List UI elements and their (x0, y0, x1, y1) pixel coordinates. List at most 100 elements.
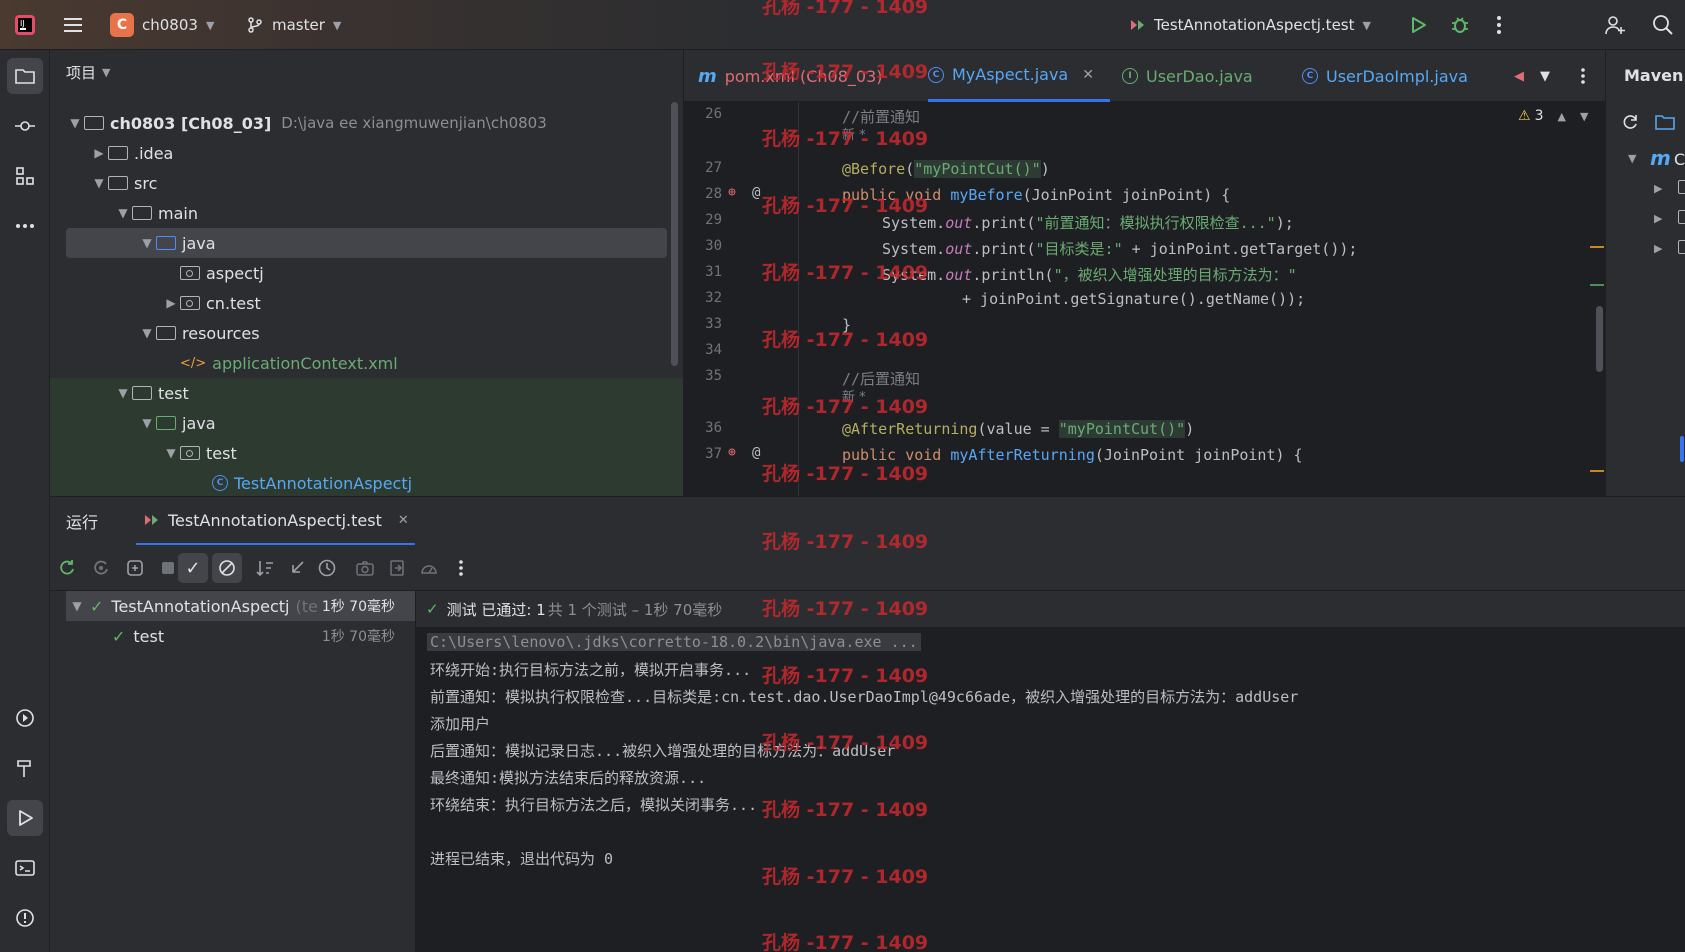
advice-gutter-icon[interactable]: ⊕ (728, 185, 736, 200)
more-tools-button[interactable] (7, 208, 43, 244)
code-line-32[interactable]: 32 + joinPoint.getSignature().getName())… (684, 286, 1605, 313)
tree-item-test[interactable]: ▼ test (50, 378, 683, 408)
search-button[interactable] (1652, 0, 1674, 50)
terminal-tool-button[interactable] (7, 850, 43, 886)
editor-more-button[interactable] (1580, 50, 1586, 102)
tree-item-test-package[interactable]: ▼ test (50, 438, 683, 468)
package-icon (180, 266, 200, 280)
test-case-row[interactable]: ✓ test 1秒 70毫秒 (66, 621, 415, 651)
play-icon (1412, 17, 1426, 33)
tree-item-label: ch0803 [Ch08_03] (110, 113, 272, 133)
tab-userdao-java[interactable]: I UserDao.java (1122, 50, 1253, 102)
maven-project-icon[interactable]: m (1650, 146, 1671, 170)
run-button[interactable] (1408, 0, 1428, 50)
test-status-bar: ✓ 测试 已通过: 1 共 1 个测试 – 1秒 70毫秒 (416, 591, 1685, 627)
project-name: ch0803 (142, 16, 198, 34)
tree-item-test-java[interactable]: ▼ java (50, 408, 683, 438)
tree-item-idea[interactable]: ▶ .idea (90, 138, 667, 168)
run-toolbar: ✓ (50, 545, 1685, 591)
run-more-button[interactable] (446, 553, 476, 583)
package-icon (180, 446, 200, 460)
export-button[interactable] (382, 553, 412, 583)
test-suite-row[interactable]: ▼ ✓ TestAnnotationAspectj (te 1秒 70毫秒 (66, 591, 415, 621)
commit-tool-button[interactable] (7, 108, 43, 144)
chevron-down-icon: ▼ (94, 176, 104, 190)
code-text: (JoinPoint joinPoint) { (1094, 446, 1303, 464)
tabs-dropdown-chevron-icon[interactable]: ▼ (1540, 50, 1550, 102)
project-scrollbar[interactable] (671, 102, 678, 366)
tree-item-resources[interactable]: ▼ resources (138, 318, 667, 348)
at-gutter-icon[interactable]: @ (752, 445, 760, 461)
project-panel-header[interactable]: 项目 ▼ (66, 62, 110, 83)
code-line-30[interactable]: 30 System.out.print("目标类是:" + joinPoint.… (684, 234, 1605, 261)
tab-label: UserDaoImpl.java (1326, 66, 1468, 86)
tree-item-main[interactable]: ▼ main (114, 198, 667, 228)
tree-item-application-context[interactable]: </> applicationContext.xml (180, 348, 667, 378)
tree-item-test-class[interactable]: C TestAnnotationAspectj (50, 468, 683, 498)
chevron-down-icon: ▼ (118, 386, 128, 400)
import-tests-button[interactable] (282, 553, 312, 583)
code-line-33[interactable]: 33 } (684, 312, 1605, 339)
code-line-37[interactable]: 37 ⊕ @ public void myAfterReturning(Join… (684, 442, 1605, 469)
code-line-29[interactable]: 29 System.out.print("前置通知：模拟执行权限检查..."); (684, 208, 1605, 235)
code-line-31[interactable]: 31 System.out.println("，被织入增强处理的目标方法为：" (684, 260, 1605, 287)
console-line: 添加用户 (430, 715, 491, 733)
toggle-auto-test-button[interactable] (120, 553, 150, 583)
tree-item-src[interactable]: ▼ src (90, 168, 667, 198)
branch-switcher[interactable]: master ▼ (246, 0, 341, 50)
svg-text:IJ: IJ (20, 19, 25, 28)
tab-pom-xml[interactable]: m pom.xml (Ch08_03) (698, 50, 882, 102)
chevron-right-icon[interactable]: ▶ (1654, 242, 1662, 255)
at-gutter-icon[interactable]: @ (752, 185, 760, 201)
run-tool-button[interactable] (7, 800, 43, 836)
close-icon[interactable]: ✕ (398, 513, 409, 528)
tree-item-aspectj[interactable]: aspectj (180, 258, 667, 288)
show-ignored-toggle[interactable] (212, 553, 242, 583)
project-switcher[interactable]: C ch0803 ▼ (110, 0, 214, 50)
line-number: 31 (705, 264, 722, 280)
tab-userdaoimpl-java[interactable]: C UserDaoImpl.java (1302, 50, 1468, 102)
structure-tool-button[interactable] (7, 158, 43, 194)
advice-gutter-icon[interactable]: ⊕ (728, 445, 736, 460)
problems-tool-button[interactable] (7, 900, 43, 936)
rerun-failed-button[interactable] (86, 553, 116, 583)
screenshot-button[interactable] (350, 553, 380, 583)
line-number: 28 (705, 186, 722, 202)
console-output[interactable]: ✓ 测试 已通过: 1 共 1 个测试 – 1秒 70毫秒 C:\Users\l… (416, 591, 1685, 952)
test-history-button[interactable] (312, 553, 342, 583)
close-icon[interactable]: ✕ (1082, 67, 1094, 83)
build-tool-button[interactable] (7, 750, 43, 786)
tree-item-main-java[interactable]: ▼ java (66, 228, 667, 258)
tree-item-cn-test[interactable]: ▶ cn.test (162, 288, 667, 318)
code-text: System. (882, 214, 946, 232)
maven-reload-button[interactable] (1620, 112, 1640, 136)
show-passed-toggle[interactable]: ✓ (178, 553, 208, 583)
run-config-selector[interactable]: TestAnnotationAspectj.test ▼ (1128, 0, 1371, 50)
code-line-36[interactable]: 36 @AfterReturning(value = "myPointCut()… (684, 416, 1605, 443)
tab-run-config[interactable]: TestAnnotationAspectj.test ✕ (136, 497, 415, 545)
code-line-28[interactable]: 28 ⊕ @ public void myBefore(JoinPoint jo… (684, 182, 1605, 209)
console-command-line[interactable]: C:\Users\lenovo\.jdks\corretto-18.0.2\bi… (427, 633, 921, 651)
code-line-34[interactable]: 34 (684, 338, 1605, 365)
chevron-right-icon[interactable]: ▶ (1654, 182, 1662, 195)
folder-icon (15, 69, 35, 84)
code-text: + joinPoint.getTarget()); (1122, 240, 1358, 258)
ide-logo[interactable]: IJ (14, 0, 36, 50)
tree-item-project-root[interactable]: ▼ ch0803 [Ch08_03] D:\java ee xiangmuwen… (66, 108, 667, 138)
project-tool-button[interactable] (7, 58, 43, 94)
services-tool-button[interactable] (7, 700, 43, 736)
test-suite-label: TestAnnotationAspectj (111, 596, 290, 616)
debug-button[interactable] (1450, 0, 1470, 50)
maven-generate-button[interactable] (1654, 112, 1676, 136)
code-line-27[interactable]: 27 @Before("myPointCut()") (684, 156, 1605, 183)
chevron-right-icon[interactable]: ▶ (1654, 212, 1662, 225)
add-user-button[interactable] (1604, 0, 1626, 50)
chevron-down-icon[interactable]: ▼ (1628, 152, 1636, 165)
rerun-button[interactable] (52, 553, 82, 583)
tab-myaspect-java[interactable]: C MyAspect.java ✕ (928, 50, 1110, 102)
sort-button[interactable] (250, 553, 280, 583)
main-menu-icon[interactable] (62, 0, 84, 50)
more-actions-button[interactable] (1496, 0, 1502, 50)
coverage-button[interactable] (414, 553, 444, 583)
tabs-scroll-left[interactable]: ◀ (1514, 50, 1524, 102)
